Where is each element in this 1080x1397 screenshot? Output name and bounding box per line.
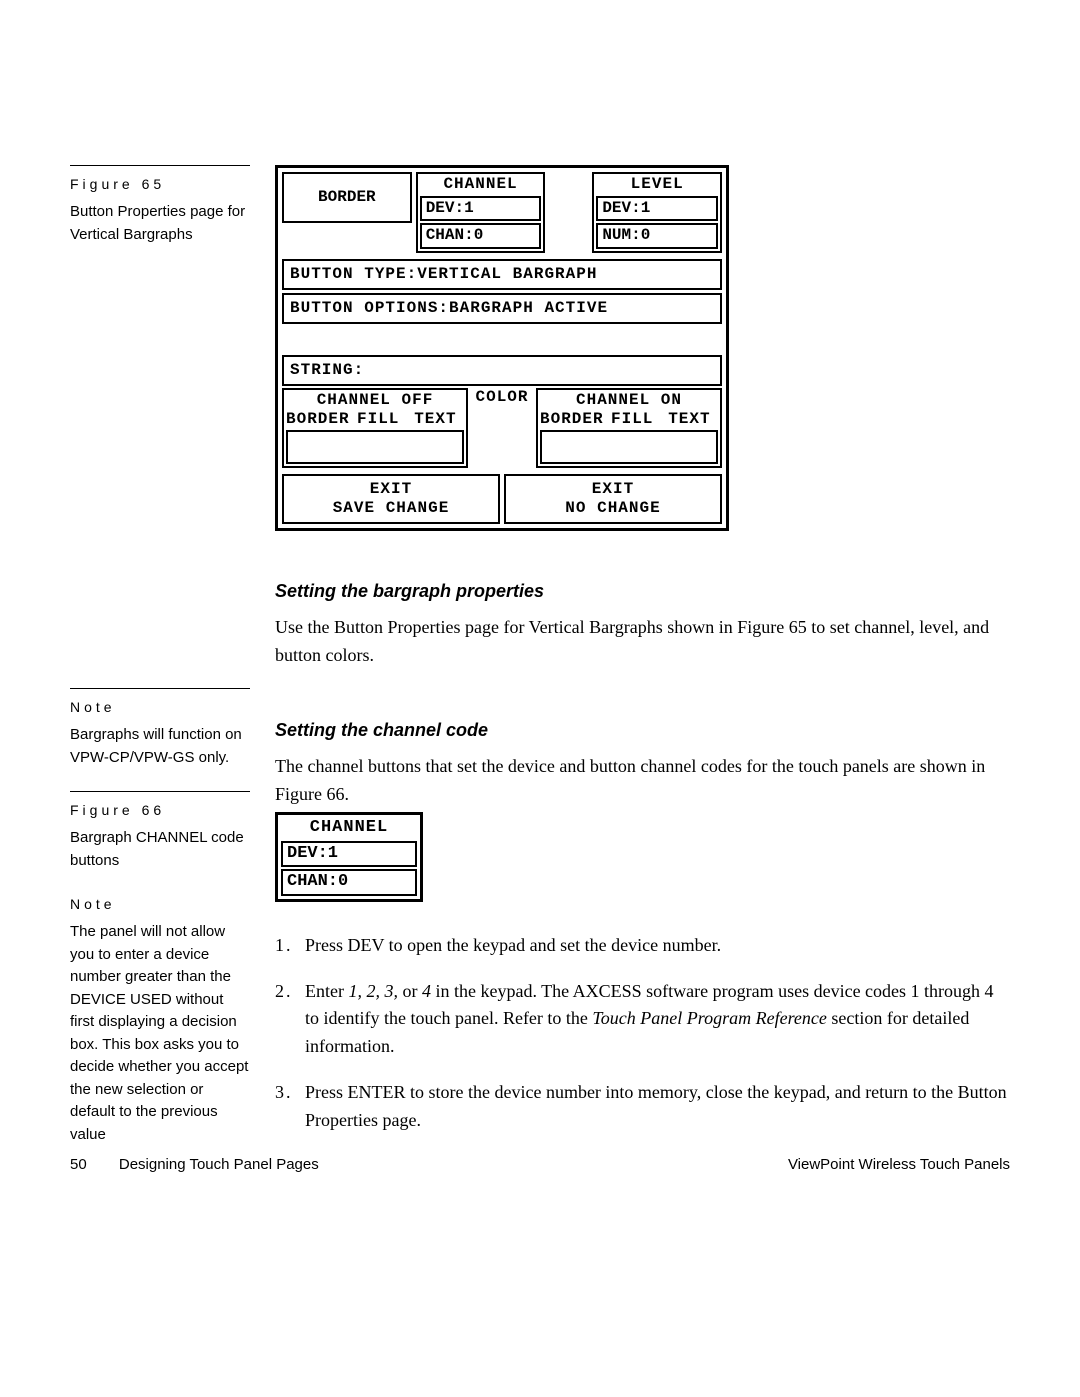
step-number: 2.: [275, 978, 305, 1062]
figure-caption-text: Bargraph CHANNEL code buttons: [70, 827, 250, 872]
exit-line2: NO CHANGE: [506, 499, 720, 518]
note-2: Note The panel will not allow you to ent…: [70, 894, 250, 1146]
section-heading-bargraph-properties: Setting the bargraph properties: [275, 581, 1010, 602]
level-dev-button[interactable]: DEV:1: [596, 196, 718, 221]
sidebar-column: Figure 65 Button Properties page for Ver…: [70, 165, 250, 1146]
channel-dev-button[interactable]: DEV:1: [420, 196, 542, 221]
channel-title: CHANNEL: [281, 818, 417, 838]
note-text: Bargraphs will function on VPW-CP/VPW-GS…: [70, 724, 250, 769]
step-number: 1.: [275, 932, 305, 960]
button-options-field[interactable]: BUTTON OPTIONS:BARGRAPH ACTIVE: [282, 293, 722, 324]
col-border: BORDER: [540, 410, 604, 429]
paragraph: The channel buttons that set the device …: [275, 753, 1010, 809]
button-properties-panel: BORDER CHANNEL DEV:1 CHAN:0 LEVEL DEV:1: [275, 165, 729, 531]
step-text: Press ENTER to store the device number i…: [305, 1079, 1010, 1135]
col-fill: FILL: [604, 410, 661, 429]
col-text: TEXT: [407, 410, 464, 429]
channel-on-group: CHANNEL ON BORDER FILL TEXT: [536, 388, 722, 467]
figure-caption-text: Button Properties page for Vertical Barg…: [70, 201, 250, 246]
numbered-steps: 1. Press DEV to open the keypad and set …: [275, 932, 1010, 1135]
col-fill: FILL: [350, 410, 407, 429]
step-text: Press DEV to open the keypad and set the…: [305, 932, 721, 960]
step-3: 3. Press ENTER to store the device numbe…: [275, 1079, 1010, 1135]
exit-line1: EXIT: [284, 480, 498, 499]
step-2: 2. Enter 1, 2, 3, or 4 in the keypad. Th…: [275, 978, 1010, 1062]
channel-block: CHANNEL DEV:1 CHAN:0: [416, 172, 546, 253]
exit-nochange-button[interactable]: EXIT NO CHANGE: [504, 474, 722, 524]
note-label: Note: [70, 697, 250, 718]
figure-label: Figure 66: [70, 800, 250, 821]
color-label: COLOR: [472, 388, 532, 470]
step-number: 3.: [275, 1079, 305, 1135]
page-footer: 50 Designing Touch Panel Pages ViewPoint…: [70, 1156, 1010, 1173]
figure-65-caption: Figure 65 Button Properties page for Ver…: [70, 165, 250, 246]
exit-line1: EXIT: [506, 480, 720, 499]
step-1: 1. Press DEV to open the keypad and set …: [275, 932, 1010, 960]
border-button-label: BORDER: [318, 188, 376, 206]
footer-left-text: Designing Touch Panel Pages: [119, 1156, 319, 1173]
note-label: Note: [70, 894, 250, 915]
section-heading-channel-code: Setting the channel code: [275, 720, 1010, 741]
figure-66-caption: Figure 66 Bargraph CHANNEL code buttons: [70, 791, 250, 872]
level-title: LEVEL: [594, 174, 720, 195]
string-field[interactable]: STRING:: [282, 355, 722, 386]
paragraph: Use the Button Properties page for Verti…: [275, 614, 1010, 670]
footer-right-text: ViewPoint Wireless Touch Panels: [788, 1156, 1010, 1173]
note-1: Note Bargraphs will function on VPW-CP/V…: [70, 688, 250, 769]
page-number: 50: [70, 1156, 87, 1173]
step-text: Enter 1, 2, 3, or 4 in the keypad. The A…: [305, 978, 1010, 1062]
channel-chan-button[interactable]: CHAN:0: [281, 869, 417, 895]
button-type-field[interactable]: BUTTON TYPE:VERTICAL BARGRAPH: [282, 259, 722, 290]
level-block: LEVEL DEV:1 NUM:0: [592, 172, 722, 253]
level-num-button[interactable]: NUM:0: [596, 223, 718, 248]
channel-chan-button[interactable]: CHAN:0: [420, 223, 542, 248]
channel-code-panel: CHANNEL DEV:1 CHAN:0: [275, 812, 423, 901]
main-column: BORDER CHANNEL DEV:1 CHAN:0 LEVEL DEV:1: [275, 165, 1010, 1135]
channel-on-title: CHANNEL ON: [540, 391, 718, 410]
exit-line2: SAVE CHANGE: [284, 499, 498, 518]
col-border: BORDER: [286, 410, 350, 429]
figure-label: Figure 65: [70, 174, 250, 195]
channel-off-color-button[interactable]: [286, 430, 464, 464]
exit-save-button[interactable]: EXIT SAVE CHANGE: [282, 474, 500, 524]
channel-on-color-button[interactable]: [540, 430, 718, 464]
channel-title: CHANNEL: [418, 174, 544, 195]
note-text: The panel will not allow you to enter a …: [70, 921, 250, 1146]
channel-dev-button[interactable]: DEV:1: [281, 841, 417, 867]
col-text: TEXT: [661, 410, 718, 429]
channel-off-group: CHANNEL OFF BORDER FILL TEXT: [282, 388, 468, 467]
channel-off-title: CHANNEL OFF: [286, 391, 464, 410]
border-button[interactable]: BORDER: [282, 172, 412, 223]
